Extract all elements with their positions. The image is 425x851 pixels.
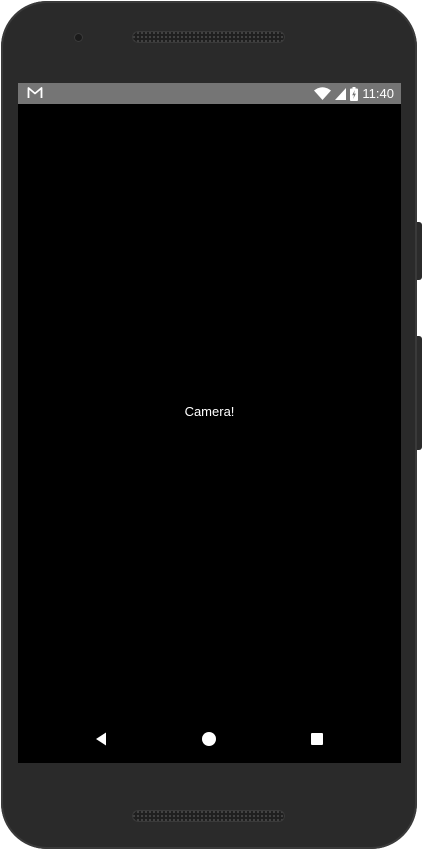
navigation-bar xyxy=(18,715,401,763)
battery-charging-icon xyxy=(350,86,359,101)
earpiece-speaker xyxy=(132,31,285,43)
back-icon[interactable] xyxy=(92,729,112,749)
status-icons: 11:40 xyxy=(314,83,394,104)
gmail-icon xyxy=(27,87,43,98)
volume-button xyxy=(417,336,422,450)
home-icon[interactable] xyxy=(199,729,219,749)
camera-label: Camera! xyxy=(184,404,235,419)
power-button xyxy=(417,222,422,280)
wifi-icon xyxy=(314,87,332,100)
device-frame: 11:40 Camera! xyxy=(1,1,417,849)
cell-signal-icon xyxy=(335,87,347,100)
front-camera xyxy=(74,33,83,42)
recents-icon[interactable] xyxy=(307,729,327,749)
status-time: 11:40 xyxy=(362,86,394,101)
screen: 11:40 Camera! xyxy=(18,83,401,763)
bottom-speaker xyxy=(132,810,285,822)
status-bar: 11:40 xyxy=(18,83,401,104)
